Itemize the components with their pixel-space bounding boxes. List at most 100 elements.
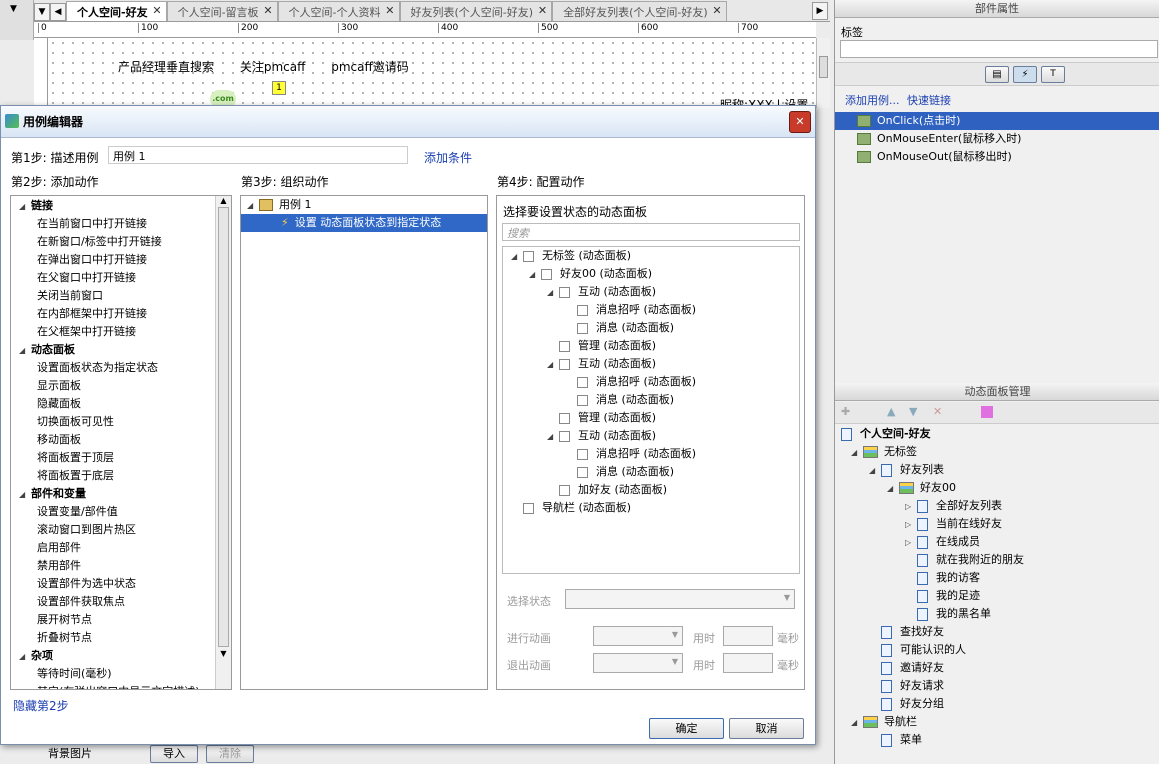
action-item[interactable]: 关闭当前窗口 — [11, 287, 231, 305]
action-item[interactable]: 设置部件获取焦点 — [11, 593, 231, 611]
dpm-tree-item[interactable]: 我的黑名单 — [841, 605, 1159, 623]
event-row[interactable]: OnClick(点击时) — [835, 112, 1159, 130]
canvas-scrollbar[interactable] — [816, 38, 830, 108]
panel-tree-item[interactable]: 导航栏 (动态面板) — [503, 499, 799, 517]
panel-checkbox[interactable] — [559, 340, 570, 352]
panel-checkbox[interactable] — [577, 304, 588, 316]
action-group[interactable]: ◢ 动态面板 — [11, 341, 231, 359]
dpm-tree-item[interactable]: ◢ 好友列表 — [841, 461, 1159, 479]
expanded-arrow-icon[interactable]: ◢ — [547, 428, 559, 446]
action-item[interactable]: 在父窗口中打开链接 — [11, 269, 231, 287]
panel-tree-item[interactable]: 消息招呼 (动态面板) — [503, 301, 799, 319]
tab-0[interactable]: 个人空间-好友 ✕ — [66, 1, 167, 21]
panel-checkbox[interactable] — [577, 448, 588, 460]
case-name-input[interactable]: 用例 1 — [108, 146, 408, 164]
tab-2[interactable]: 个人空间-个人资料 ✕ — [277, 1, 400, 21]
panel-checkbox[interactable] — [559, 430, 570, 442]
panel-tree-item[interactable]: 管理 (动态面板) — [503, 409, 799, 427]
dpm-tree-item[interactable]: 我的足迹 — [841, 587, 1159, 605]
dpm-tree-item[interactable]: 就在我附近的朋友 — [841, 551, 1159, 569]
action-item[interactable]: 在内部框架中打开链接 — [11, 305, 231, 323]
enter-duration-input[interactable] — [723, 626, 773, 646]
dpm-tree-item[interactable]: 我的访客 — [841, 569, 1159, 587]
dpm-tree-item[interactable]: 查找好友 — [841, 623, 1159, 641]
panel-tree-item[interactable]: ◢ 互动 (动态面板) — [503, 283, 799, 301]
action-item[interactable]: 展开树节点 — [11, 611, 231, 629]
dpm-tree-item[interactable]: ▷ 在线成员 — [841, 533, 1159, 551]
panel-checkbox[interactable] — [523, 502, 534, 514]
collapsed-arrow-icon[interactable]: ▷ — [905, 534, 917, 552]
dpm-tree-item[interactable]: ▷ 全部好友列表 — [841, 497, 1159, 515]
case-row[interactable]: ◢ 用例 1 — [241, 196, 487, 214]
dpm-tree-item[interactable]: 可能认识的人 — [841, 641, 1159, 659]
dpm-tree-item[interactable]: ◢ 无标签 — [841, 443, 1159, 461]
expanded-arrow-icon[interactable]: ◢ — [851, 444, 863, 462]
dpm-tree-item[interactable]: ▷ 当前在线好友 — [841, 515, 1159, 533]
action-group[interactable]: ◢ 链接 — [11, 197, 231, 215]
expanded-arrow-icon[interactable]: ◢ — [511, 248, 523, 266]
action-item[interactable]: 将面板置于底层 — [11, 467, 231, 485]
add-case-link[interactable]: 添加用例... — [845, 94, 900, 107]
event-row[interactable]: OnMouseEnter(鼠标移入时) — [835, 130, 1159, 148]
panel-checkbox[interactable] — [559, 286, 570, 298]
panel-tree-item[interactable]: 管理 (动态面板) — [503, 337, 799, 355]
dropdown-arrow-icon[interactable]: ▼ — [10, 4, 17, 14]
tab-next-button[interactable]: ▶ — [812, 2, 828, 20]
action-item[interactable]: 启用部件 — [11, 539, 231, 557]
note-badge[interactable]: 1 — [272, 81, 286, 95]
actions-scrollbar[interactable]: ▲ ▼ — [215, 196, 231, 689]
action-item[interactable]: 隐藏面板 — [11, 395, 231, 413]
interaction-tab-icon[interactable]: ⚡ — [1013, 66, 1037, 83]
expanded-arrow-icon[interactable]: ◢ — [19, 648, 31, 666]
panel-checkbox[interactable] — [577, 394, 588, 406]
expanded-arrow-icon[interactable]: ◢ — [529, 266, 541, 284]
action-row-selected[interactable]: ⚡ 设置 动态面板状态到指定状态 — [241, 214, 487, 232]
add-condition-link[interactable]: 添加条件 — [424, 149, 472, 166]
expanded-arrow-icon[interactable]: ◢ — [19, 342, 31, 360]
panel-search-input[interactable]: 搜索 — [502, 223, 800, 241]
dpm-tree-item[interactable]: 菜单 — [841, 731, 1159, 749]
dpm-tree-item[interactable]: 个人空间-好友 — [841, 425, 1159, 443]
dpm-delete-icon[interactable]: ✕ — [933, 405, 942, 418]
expanded-arrow-icon[interactable]: ◢ — [547, 356, 559, 374]
action-item[interactable]: 滚动窗口到图片热区 — [11, 521, 231, 539]
tab-close-icon[interactable]: ✕ — [152, 4, 161, 17]
panel-tree-item[interactable]: 消息 (动态面板) — [503, 391, 799, 409]
exit-anim-select[interactable]: ▼ — [593, 653, 683, 673]
dpm-tree-item[interactable]: ◢ 导航栏 — [841, 713, 1159, 731]
format-tab-icon[interactable]: T — [1041, 66, 1065, 83]
expanded-arrow-icon[interactable]: ◢ — [869, 462, 881, 480]
collapsed-arrow-icon[interactable]: ▷ — [905, 516, 917, 534]
panel-tree-item[interactable]: 消息招呼 (动态面板) — [503, 445, 799, 463]
expanded-arrow-icon[interactable]: ◢ — [19, 486, 31, 504]
dpm-tree-item[interactable]: ◢ 好友00 — [841, 479, 1159, 497]
action-item[interactable]: 将面板置于顶层 — [11, 449, 231, 467]
tab-1[interactable]: 个人空间-留言板 ✕ — [166, 1, 278, 21]
expanded-arrow-icon[interactable]: ◢ — [887, 480, 899, 498]
state-select[interactable]: ▼ — [565, 589, 795, 609]
action-item[interactable]: 在父框架中打开链接 — [11, 323, 231, 341]
tab-close-icon[interactable]: ✕ — [712, 4, 721, 17]
panel-tree-item[interactable]: 加好友 (动态面板) — [503, 481, 799, 499]
panel-checkbox[interactable] — [559, 412, 570, 424]
tab-4[interactable]: 全部好友列表(个人空间-好友) ✕ — [552, 1, 727, 21]
dpm-up-icon[interactable]: ▲ — [887, 405, 895, 418]
panel-tree-item[interactable]: ◢ 好友00 (动态面板) — [503, 265, 799, 283]
action-item[interactable]: 禁用部件 — [11, 557, 231, 575]
close-icon[interactable]: ✕ — [789, 111, 811, 133]
expanded-arrow-icon[interactable]: ◢ — [851, 714, 863, 732]
label-input[interactable] — [840, 40, 1158, 58]
tab-close-icon[interactable]: ✕ — [538, 4, 547, 17]
action-group[interactable]: ◢ 部件和变量 — [11, 485, 231, 503]
action-item[interactable]: 设置部件为选中状态 — [11, 575, 231, 593]
dpm-color-icon[interactable] — [981, 406, 993, 418]
event-row[interactable]: OnMouseOut(鼠标移出时) — [835, 148, 1159, 166]
collapsed-arrow-icon[interactable]: ▷ — [905, 498, 917, 516]
action-item[interactable]: 移动面板 — [11, 431, 231, 449]
clear-button[interactable]: 清除 — [206, 745, 254, 763]
action-item[interactable]: 在弹出窗口中打开链接 — [11, 251, 231, 269]
action-item[interactable]: 在当前窗口中打开链接 — [11, 215, 231, 233]
tab-close-icon[interactable]: ✕ — [263, 4, 272, 17]
notes-tab-icon[interactable]: ▤ — [985, 66, 1009, 83]
panel-tree-item[interactable]: 消息 (动态面板) — [503, 463, 799, 481]
